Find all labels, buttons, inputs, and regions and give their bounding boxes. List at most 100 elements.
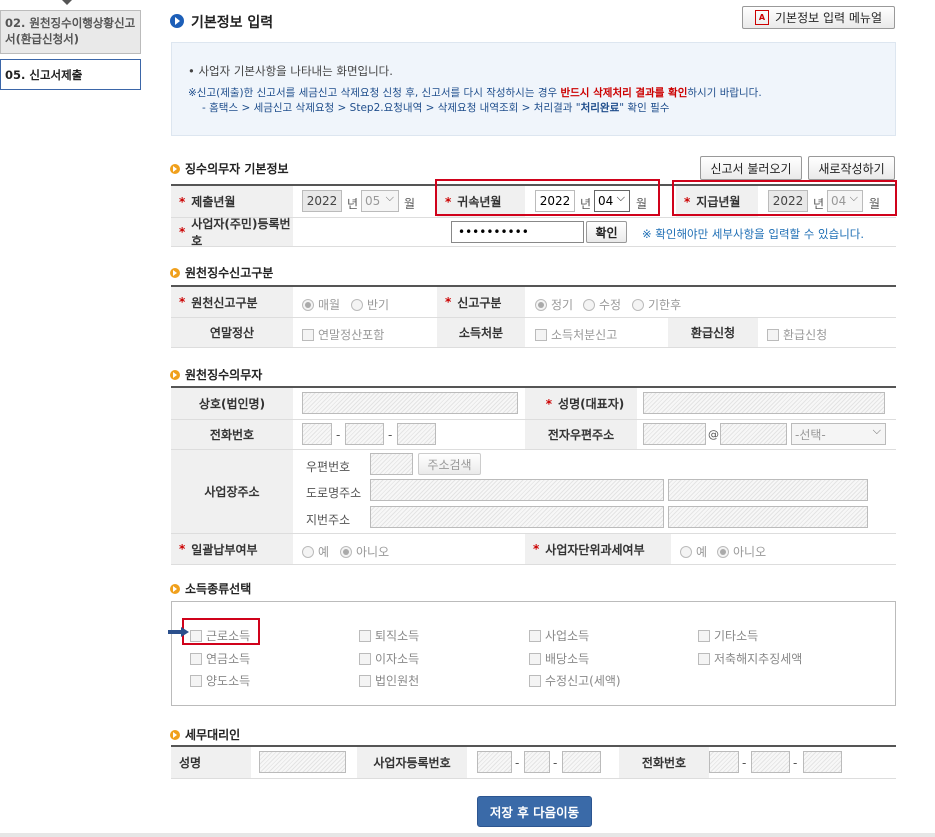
agent-bizno-input-1[interactable] bbox=[477, 751, 512, 773]
agent-phone-input-2[interactable] bbox=[751, 751, 790, 773]
section-title-income-type: 소득종류선택 bbox=[170, 580, 251, 597]
agent-bizno-input-3[interactable] bbox=[562, 751, 601, 773]
section-bullet-icon bbox=[170, 729, 180, 740]
radio-monthly[interactable]: 매월 bbox=[302, 296, 340, 313]
lot-label: 지번주소 bbox=[306, 513, 351, 527]
phone-input-2[interactable] bbox=[345, 423, 384, 445]
radio-regular[interactable]: 정기 bbox=[535, 296, 573, 313]
zip-label: 우편번호 bbox=[306, 460, 351, 474]
agent-phone-input-1[interactable] bbox=[709, 751, 739, 773]
email-id-input[interactable] bbox=[643, 423, 706, 445]
road-address-input-2[interactable] bbox=[668, 479, 868, 501]
sidebar-item-label: 05. 신고서제출 bbox=[5, 68, 83, 82]
report-type-table: * 원천신고구분 매월 반기 * 신고구분 정기 수정 기한후 연말정산 연말정산포… bbox=[171, 285, 896, 348]
checkbox-income-disp[interactable]: 소득처분신고 bbox=[535, 326, 617, 343]
section-bullet-icon bbox=[170, 267, 180, 278]
manual-button-label: 기본정보 입력 메뉴얼 bbox=[775, 11, 882, 25]
checkbox-pension-income[interactable]: 연금소득 bbox=[190, 650, 250, 667]
agent-bizno-input-2[interactable] bbox=[524, 751, 550, 773]
checkbox-icon bbox=[302, 329, 314, 341]
ceo-input[interactable] bbox=[643, 392, 885, 414]
radio-icon bbox=[302, 546, 314, 558]
radio-late[interactable]: 기한후 bbox=[632, 296, 681, 313]
radio-unit-yes[interactable]: 예 bbox=[680, 543, 707, 560]
sidebar-item-submit[interactable]: 05. 신고서제출 bbox=[0, 59, 141, 90]
bizno-header: * 사업자(주민)등록번호 bbox=[171, 217, 293, 248]
checkbox-dividend-income[interactable]: 배당소득 bbox=[529, 650, 589, 667]
table-row: 연말정산 연말정산포함 소득처분 소득처분신고 환급신청 환급신청 bbox=[171, 318, 896, 348]
sidebar-item-withholding-report[interactable]: 02. 원천징수이행상황신고서(환급신청서) bbox=[0, 10, 141, 54]
save-next-button[interactable]: 저장 후 다음이동 bbox=[477, 796, 592, 827]
manual-button[interactable]: A 기본정보 입력 메뉴얼 bbox=[742, 6, 895, 29]
phone-input-1[interactable] bbox=[302, 423, 332, 445]
section-title-withholder: 원천징수의무자 bbox=[170, 366, 262, 383]
agent-name-input[interactable] bbox=[259, 751, 346, 773]
checkbox-business-income[interactable]: 사업소득 bbox=[529, 627, 589, 644]
radio-half[interactable]: 반기 bbox=[351, 296, 389, 313]
checkbox-icon bbox=[359, 653, 371, 665]
radio-amend[interactable]: 수정 bbox=[583, 296, 621, 313]
checkbox-amended-tax[interactable]: 수정신고(세액) bbox=[529, 672, 621, 689]
unit-tax-header: * 사업자단위과세여부 bbox=[525, 534, 671, 564]
withholder-table: 상호(법인명) * 성명(대표자) 전화번호 - - 전자우편주소 @ -선택- … bbox=[171, 386, 896, 565]
checkbox-savings-penalty[interactable]: 저축해지추징세액 bbox=[698, 650, 802, 667]
radio-icon bbox=[340, 546, 352, 558]
table-row: * 원천신고구분 매월 반기 * 신고구분 정기 수정 기한후 bbox=[171, 287, 896, 318]
submit-year-input[interactable]: 2022 bbox=[302, 190, 342, 212]
section-bullet-icon bbox=[170, 163, 180, 174]
checkbox-retirement-income[interactable]: 퇴직소득 bbox=[359, 627, 419, 644]
sidebar-item-label: 02. 원천징수이행상황신고서(환급신청서) bbox=[5, 16, 136, 46]
agent-phone-header: 전화번호 bbox=[619, 747, 709, 778]
checkbox-year-end[interactable]: 연말정산포함 bbox=[302, 326, 384, 343]
checkbox-transfer-income[interactable]: 양도소득 bbox=[190, 672, 250, 689]
company-input[interactable] bbox=[302, 392, 518, 414]
sidebar-collapse-arrow[interactable] bbox=[62, 0, 72, 5]
table-row: 상호(법인명) * 성명(대표자) bbox=[171, 388, 896, 420]
income-disp-header: 소득처분 bbox=[437, 318, 525, 347]
radio-icon bbox=[632, 299, 644, 311]
year-end-header: 연말정산 bbox=[171, 318, 293, 347]
agent-phone-input-3[interactable] bbox=[803, 751, 842, 773]
lot-address-input-1[interactable] bbox=[370, 506, 664, 528]
table-row: * 일괄납부여부 예 아니오 * 사업자단위과세여부 예 아니오 bbox=[171, 534, 896, 565]
address-header: 사업장주소 bbox=[171, 450, 293, 533]
checkbox-icon bbox=[535, 329, 547, 341]
bizno-input[interactable]: •••••••••• bbox=[451, 221, 584, 243]
checkbox-icon bbox=[190, 675, 202, 687]
confirm-note: ※ 확인해야만 세부사항을 입력할 수 있습니다. bbox=[642, 227, 865, 241]
section-title-basic: 징수의무자 기본정보 bbox=[170, 160, 289, 177]
submit-month-select[interactable]: 05 bbox=[361, 190, 399, 212]
checkbox-icon bbox=[698, 630, 710, 642]
checkbox-icon bbox=[529, 630, 541, 642]
checkbox-refund[interactable]: 환급신청 bbox=[767, 326, 827, 343]
refund-header: 환급신청 bbox=[668, 318, 758, 347]
phone-input-3[interactable] bbox=[397, 423, 436, 445]
radio-icon bbox=[583, 299, 595, 311]
address-search-button[interactable]: 주소검색 bbox=[418, 453, 481, 475]
radio-unit-no[interactable]: 아니오 bbox=[717, 543, 766, 560]
phone-header: 전화번호 bbox=[171, 420, 293, 449]
checkbox-other-income[interactable]: 기타소득 bbox=[698, 627, 758, 644]
highlight-pay-year bbox=[672, 180, 897, 216]
notice-line-1: • 사업자 기본사항을 나타내는 화면입니다. bbox=[188, 64, 393, 78]
radio-lump-no[interactable]: 아니오 bbox=[340, 543, 389, 560]
email-domain-select[interactable]: -선택- bbox=[791, 423, 886, 445]
checkbox-corporate-withholding[interactable]: 법인원천 bbox=[359, 672, 419, 689]
lot-address-input-2[interactable] bbox=[668, 506, 868, 528]
checkbox-icon bbox=[190, 653, 202, 665]
agent-name-header: 성명 bbox=[171, 747, 251, 778]
zip-input[interactable] bbox=[370, 453, 413, 475]
checkbox-interest-income[interactable]: 이자소득 bbox=[359, 650, 419, 667]
radio-icon bbox=[351, 299, 363, 311]
radio-icon bbox=[680, 546, 692, 558]
bizno-confirm-button[interactable]: 확인 bbox=[586, 221, 627, 243]
radio-lump-yes[interactable]: 예 bbox=[302, 543, 329, 560]
road-label: 도로명주소 bbox=[306, 486, 362, 500]
notice-box: • 사업자 기본사항을 나타내는 화면입니다. ※신고(제출)한 신고서를 세금… bbox=[171, 42, 896, 136]
checkbox-icon bbox=[359, 630, 371, 642]
notice-line-2: ※신고(제출)한 신고서를 세금신고 삭제요청 신청 후, 신고서를 다시 작성… bbox=[188, 87, 762, 99]
load-report-button[interactable]: 신고서 불러오기 bbox=[700, 156, 802, 180]
email-domain-input[interactable] bbox=[720, 423, 787, 445]
road-address-input-1[interactable] bbox=[370, 479, 664, 501]
new-report-button[interactable]: 새로작성하기 bbox=[808, 156, 895, 180]
